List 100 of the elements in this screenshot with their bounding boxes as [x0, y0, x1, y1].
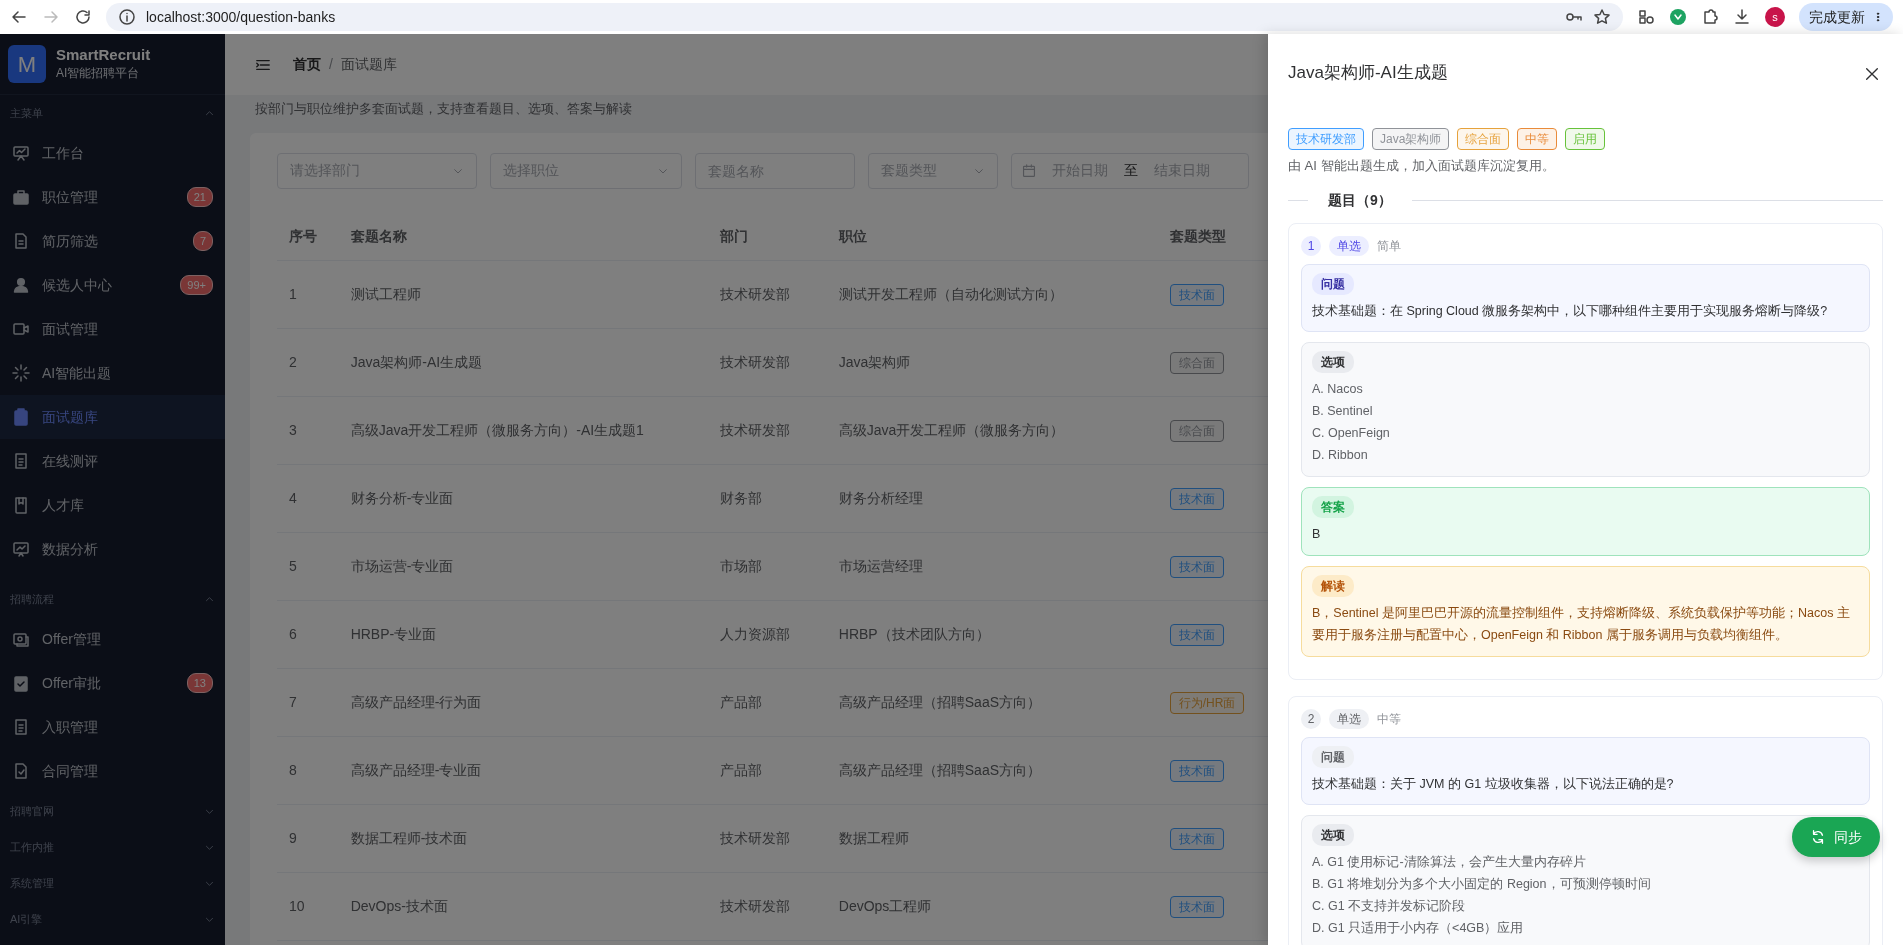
type-tag: 技术面	[1169, 827, 1224, 850]
count-badge: 99+	[180, 274, 213, 296]
document-icon	[12, 452, 30, 470]
table-cell: 5	[277, 532, 339, 601]
table-cell: HRBP-专业面	[338, 600, 708, 669]
question-type: 单选	[1329, 235, 1369, 256]
table-cell: 高级Java开发工程师（微服务方向）	[826, 396, 1158, 465]
table-cell: 技术研发部	[707, 396, 827, 465]
table-cell: 测试开发工程师（自动化测试方向）	[826, 260, 1158, 329]
tag: 中等	[1517, 128, 1558, 150]
table-cell: 高级产品经理（招聘SaaS方向）	[826, 668, 1158, 737]
table-cell: HRBP（技术团队方向）	[826, 600, 1158, 669]
type-tag: 技术面	[1169, 759, 1224, 782]
question-text: 技术基础题：在 Spring Cloud 微服务架构中，以下哪种组件主要用于实现服务熔断与降级?	[1312, 302, 1829, 320]
type-tag: 技术面	[1169, 623, 1224, 646]
brand-subtitle: AI智能招聘平台	[56, 65, 141, 82]
star-icon[interactable]	[1593, 8, 1611, 26]
drawer-title: Java架构师-AI生成题	[1288, 62, 1448, 85]
logo: M	[8, 45, 46, 83]
extension-icon[interactable]	[1637, 8, 1655, 26]
page-description: 按部门与职位维护多套面试题，支持查看题目、选项、答案与解读	[254, 100, 633, 118]
close-icon	[1864, 65, 1880, 82]
table-cell: 4	[277, 464, 339, 533]
column-header: 序号	[277, 212, 339, 261]
clipboard-check-icon	[12, 674, 30, 692]
url-text: localhost:3000/question-banks	[146, 7, 336, 27]
sync-icon	[1810, 829, 1826, 845]
address-bar[interactable]: localhost:3000/question-banks	[106, 3, 1623, 31]
table-cell: 高级产品经理（招聘SaaS方向）	[826, 736, 1158, 805]
update-button[interactable]: 完成更新	[1799, 3, 1893, 31]
section-heading: 题目（9）	[1328, 190, 1392, 210]
table-cell: 市场部	[707, 532, 827, 601]
section-label: 问题	[1312, 745, 1354, 768]
sidebar-item[interactable]: 数据分析	[0, 527, 225, 571]
table-cell: 数据工程师-技术面	[338, 804, 708, 873]
difficulty-label: 中等	[1377, 710, 1401, 728]
tag: 启用	[1565, 128, 1606, 150]
sidebar-item[interactable]: 合同管理	[0, 749, 225, 793]
sidebar-item[interactable]: Offer管理	[0, 617, 225, 661]
tag: 技术研发部	[1288, 128, 1364, 150]
id-card-icon	[12, 630, 30, 648]
table-cell: Java架构师	[826, 328, 1158, 397]
table-cell: 产品部	[707, 668, 827, 737]
sidebar-item[interactable]: 在线测评	[0, 439, 225, 483]
drawer-note: 由 AI 智能出题生成，加入面试题库沉淀复用。	[1288, 157, 1556, 175]
sidebar-item[interactable]: 职位管理 21	[0, 175, 225, 219]
sidebar-item[interactable]: 面试管理	[0, 307, 225, 351]
back-icon[interactable]	[10, 8, 28, 26]
document-icon	[12, 718, 30, 736]
table-cell: 高级产品经理-行为面	[338, 668, 708, 737]
table-cell: 2	[277, 328, 339, 397]
chart-board-icon	[12, 540, 30, 558]
column-header: 部门	[707, 212, 827, 261]
table-cell: DevOps工程师	[826, 872, 1158, 941]
extension-badge-icon[interactable]	[1669, 8, 1687, 26]
breadcrumb-item[interactable]: 首页	[293, 54, 321, 75]
option-text: D. Ribbon	[1312, 447, 1368, 464]
section-label: 选项	[1312, 351, 1354, 374]
sidebar-item[interactable]: 入职管理	[0, 705, 225, 749]
sidebar-item[interactable]: Offer审批 13	[0, 661, 225, 705]
table-cell: 8	[277, 736, 339, 805]
document-check-icon	[12, 762, 30, 780]
download-icon[interactable]	[1733, 8, 1751, 26]
sidebar-item[interactable]: 候选人中心 99+	[0, 263, 225, 307]
table-cell: 10	[277, 872, 339, 941]
tag: 综合面	[1457, 128, 1510, 150]
option-text: C. OpenFeign	[1312, 425, 1390, 443]
column-header: 套题名称	[338, 212, 708, 261]
count-badge: 21	[186, 186, 213, 208]
profile-avatar[interactable]: s	[1765, 7, 1785, 27]
table-cell: 数据工程师	[826, 804, 1158, 873]
video-camera-icon	[12, 320, 30, 338]
sidebar-item[interactable]: AI智能出题	[0, 351, 225, 395]
briefcase-icon	[12, 188, 30, 206]
presentation-board-icon	[12, 144, 30, 162]
table-cell: 高级Java开发工程师（微服务方向）-AI生成题1	[338, 396, 708, 465]
book-icon	[12, 496, 30, 514]
count-badge: 7	[192, 230, 213, 252]
section-label: 解读	[1312, 574, 1354, 597]
column-header: 职位	[826, 212, 1158, 261]
sidebar-item[interactable]: 简历筛选 7	[0, 219, 225, 263]
sidebar-item[interactable]: 人才库	[0, 483, 225, 527]
sidebar-item[interactable]: 面试题库	[0, 395, 225, 439]
option-text: A. Nacos	[1312, 381, 1363, 399]
section-label: 问题	[1312, 272, 1354, 295]
type-tag: 技术面	[1169, 895, 1224, 918]
count-badge: 13	[186, 672, 213, 694]
sync-button[interactable]: 同步	[1792, 817, 1880, 857]
reload-icon[interactable]	[74, 8, 92, 26]
table-cell: 9	[277, 804, 339, 873]
question-type: 单选	[1329, 708, 1369, 729]
option-text: D. G1 只适用于小内存（<4GB）应用	[1312, 920, 1524, 937]
puzzle-icon[interactable]	[1701, 8, 1719, 26]
type-tag: 技术面	[1169, 283, 1224, 306]
explanation-text: B，Sentinel 是阿里巴巴开源的流量控制组件，支持熔断降级、系统负载保护等功能；Nacos 主要用于服务注册与配置中心，OpenFeign 和 Ribbon 属于服务调用与负载均衡组件。	[1312, 604, 1851, 644]
breadcrumb-item: 面试题库	[340, 55, 397, 74]
type-tag: 技术面	[1169, 487, 1224, 510]
table-cell: 财务分析-专业面	[338, 464, 708, 533]
table-cell: 人力资源部	[707, 600, 827, 669]
sidebar-item[interactable]: 工作台	[0, 131, 225, 175]
